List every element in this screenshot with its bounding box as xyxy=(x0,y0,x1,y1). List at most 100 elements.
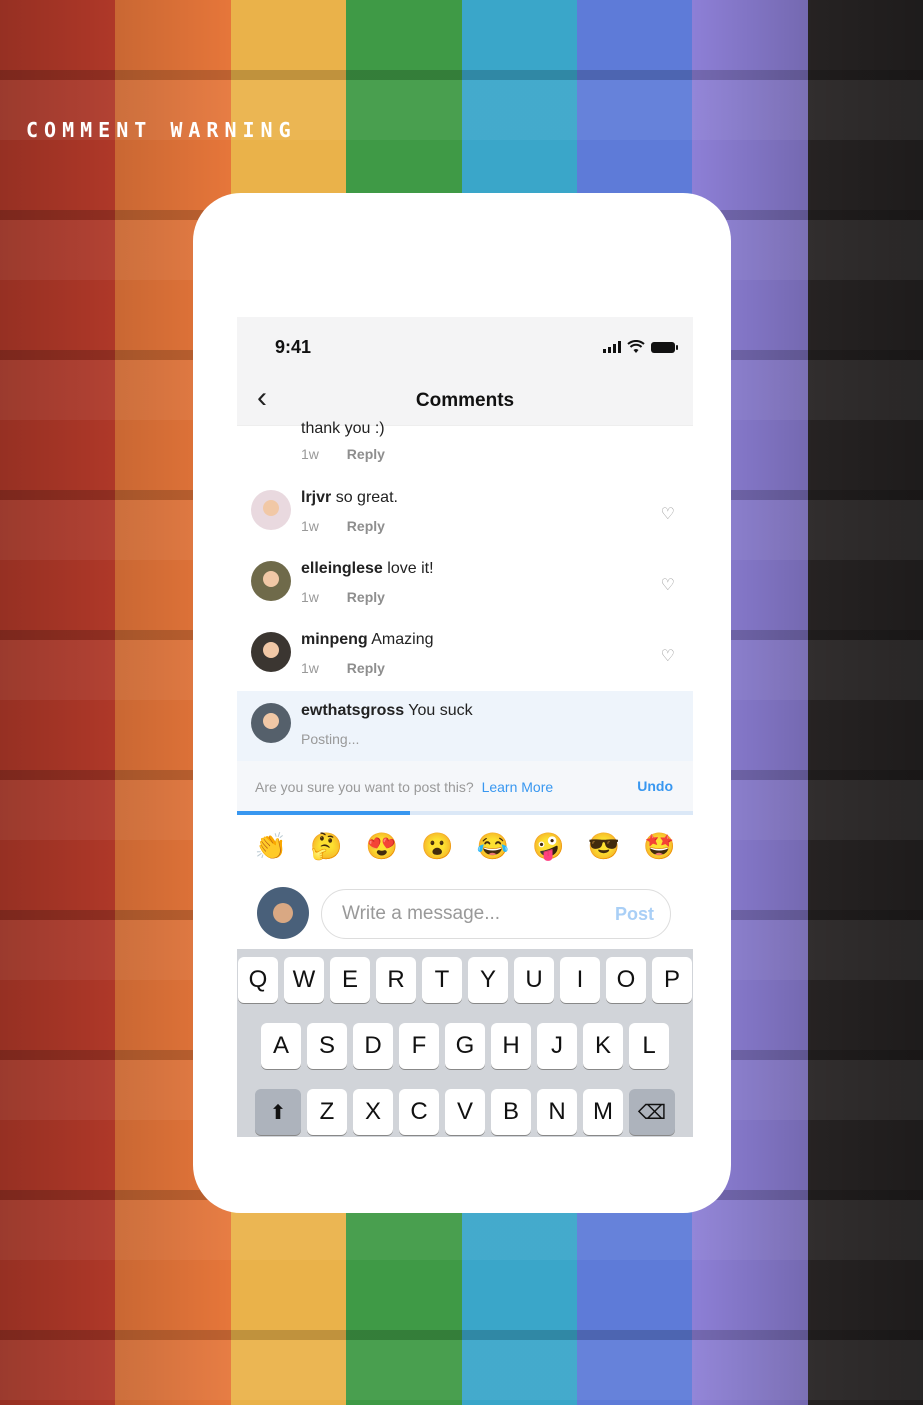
keyboard-row-2: A S D F G H J K L xyxy=(237,1023,693,1069)
key-g[interactable]: G xyxy=(445,1023,485,1069)
message-input-wrapper: Post xyxy=(321,889,671,939)
comment-username[interactable]: minpeng xyxy=(301,631,368,648)
emoji-heart-eyes[interactable]: 😍 xyxy=(366,831,398,865)
battery-icon xyxy=(651,341,678,353)
comment-line: lrjvr so great. xyxy=(301,489,398,507)
key-s[interactable]: S xyxy=(307,1023,347,1069)
key-o[interactable]: O xyxy=(606,957,646,1003)
key-p[interactable]: P xyxy=(652,957,692,1003)
comment-text: You suck xyxy=(408,702,473,719)
emoji-star-struck[interactable]: 🤩 xyxy=(643,831,675,865)
shift-icon[interactable]: ⬆ xyxy=(255,1089,301,1135)
comment-time: 1w xyxy=(301,446,319,462)
comment-time: 1w xyxy=(301,660,319,676)
reply-button[interactable]: Reply xyxy=(347,660,385,676)
undo-button[interactable]: Undo xyxy=(637,778,673,794)
key-h[interactable]: H xyxy=(491,1023,531,1069)
comment-line: ewthatsgross You suck xyxy=(301,702,473,720)
status-time: 9:41 xyxy=(275,336,312,357)
key-c[interactable]: C xyxy=(399,1089,439,1135)
comment-text: thank you :) xyxy=(301,420,385,437)
key-i[interactable]: I xyxy=(560,957,600,1003)
nav-title: Comments xyxy=(415,390,515,411)
heart-icon[interactable]: ♡ xyxy=(661,575,675,595)
comment-meta: 1w Reply xyxy=(301,518,385,534)
chevron-left-icon[interactable]: ‹ xyxy=(257,383,267,413)
backspace-icon[interactable]: ⌫ xyxy=(629,1089,675,1135)
key-f[interactable]: F xyxy=(399,1023,439,1069)
key-y[interactable]: Y xyxy=(468,957,508,1003)
emoji-zany[interactable]: 🤪 xyxy=(532,831,564,865)
reply-button[interactable]: Reply xyxy=(347,589,385,605)
reply-button[interactable]: Reply xyxy=(347,446,385,462)
phone-screen: 9:41 ‹ Comments thank you :) 1w Reply lr… xyxy=(237,317,693,1137)
list-item: thank you :) 1w Reply xyxy=(237,420,693,478)
heart-icon[interactable]: ♡ xyxy=(661,646,675,666)
avatar[interactable] xyxy=(251,490,291,530)
avatar[interactable] xyxy=(251,561,291,601)
phone-card: 9:41 ‹ Comments thank you :) 1w Reply lr… xyxy=(193,193,731,1213)
progress-fill xyxy=(237,811,411,815)
key-x[interactable]: X xyxy=(353,1089,393,1135)
wifi-icon xyxy=(627,340,645,353)
key-n[interactable]: N xyxy=(537,1089,577,1135)
emoji-surprised[interactable]: 😮 xyxy=(421,831,453,865)
key-w[interactable]: W xyxy=(284,957,324,1003)
emoji-clap[interactable]: 👏 xyxy=(255,831,287,865)
comment-text: love it! xyxy=(387,560,434,577)
warning-question: Are you sure you want to post this? Lear… xyxy=(255,779,553,795)
key-z[interactable]: Z xyxy=(307,1089,347,1135)
comment-meta: 1w Reply xyxy=(301,589,385,605)
posting-status: Posting... xyxy=(301,731,360,747)
keyboard: Q W E R T Y U I O P A S D F G H J K L ⬆ … xyxy=(237,949,693,1137)
reply-button[interactable]: Reply xyxy=(347,518,385,534)
key-r[interactable]: R xyxy=(376,957,416,1003)
pending-comment: ewthatsgross You suck Posting... xyxy=(237,691,693,761)
avatar[interactable] xyxy=(251,703,291,743)
composer: Post xyxy=(237,865,693,957)
avatar xyxy=(257,887,309,939)
comment-text: so great. xyxy=(335,489,398,506)
warning-text: Are you sure you want to post this? xyxy=(255,779,474,795)
key-u[interactable]: U xyxy=(514,957,554,1003)
avatar[interactable] xyxy=(251,632,291,672)
message-input[interactable] xyxy=(340,902,604,926)
post-button[interactable]: Post xyxy=(615,904,654,925)
nav-bar: ‹ Comments xyxy=(237,377,693,426)
comment-line: minpeng Amazing xyxy=(301,631,433,649)
comment-username[interactable]: elleinglese xyxy=(301,560,383,577)
posting-progress-bar xyxy=(237,811,693,815)
emoji-thinking[interactable]: 🤔 xyxy=(310,831,342,865)
comment-list: thank you :) 1w Reply lrjvr so great. 1w… xyxy=(237,420,693,815)
key-t[interactable]: T xyxy=(422,957,462,1003)
comment-time: 1w xyxy=(301,518,319,534)
comment-line: elleinglese love it! xyxy=(301,560,434,578)
emoji-shortcuts: 👏 🤔 😍 😮 😂 🤪 😎 🤩 xyxy=(237,815,693,865)
key-e[interactable]: E xyxy=(330,957,370,1003)
comment-meta: 1w Reply xyxy=(301,660,385,676)
status-bar: 9:41 xyxy=(237,317,693,377)
comment-time: 1w xyxy=(301,589,319,605)
comment-username[interactable]: ewthatsgross xyxy=(301,702,404,719)
emoji-laughing[interactable]: 😂 xyxy=(477,831,509,865)
comment-text: Amazing xyxy=(371,631,434,648)
key-a[interactable]: A xyxy=(261,1023,301,1069)
keyboard-row-1: Q W E R T Y U I O P xyxy=(237,957,693,1003)
comment-meta: 1w Reply xyxy=(301,446,385,462)
key-v[interactable]: V xyxy=(445,1089,485,1135)
comment-item: lrjvr so great. 1w Reply ♡ xyxy=(237,478,693,549)
key-m[interactable]: M xyxy=(583,1089,623,1135)
key-l[interactable]: L xyxy=(629,1023,669,1069)
comment-username[interactable]: lrjvr xyxy=(301,489,331,506)
key-j[interactable]: J xyxy=(537,1023,577,1069)
heart-icon[interactable]: ♡ xyxy=(661,504,675,524)
key-q[interactable]: Q xyxy=(238,957,278,1003)
emoji-sunglasses[interactable]: 😎 xyxy=(588,831,620,865)
learn-more-link[interactable]: Learn More xyxy=(482,779,554,795)
keyboard-row-3: ⬆ Z X C V B N M ⌫ xyxy=(237,1089,693,1135)
comment-item: elleinglese love it! 1w Reply ♡ xyxy=(237,549,693,620)
key-b[interactable]: B xyxy=(491,1089,531,1135)
key-k[interactable]: K xyxy=(583,1023,623,1069)
key-d[interactable]: D xyxy=(353,1023,393,1069)
comment-item: minpeng Amazing 1w Reply ♡ xyxy=(237,620,693,691)
